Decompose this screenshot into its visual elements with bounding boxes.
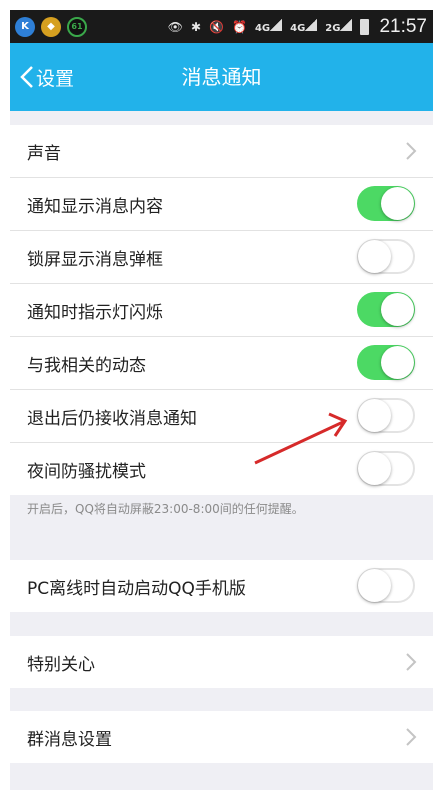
row-label: 锁屏显示消息弹框	[27, 249, 163, 270]
toggle-knob	[358, 452, 391, 485]
settings-row-related-updates: 与我相关的动态	[10, 337, 433, 390]
4g-signal-icon: 4G	[290, 19, 318, 34]
pc-offline-toggle[interactable]	[357, 568, 415, 603]
row-label: 通知时指示灯闪烁	[27, 302, 163, 323]
row-label: 退出后仍接收消息通知	[27, 408, 197, 429]
4g-signal-icon: 4G	[255, 19, 283, 34]
related-updates-toggle[interactable]	[357, 345, 415, 380]
annotation-arrow	[254, 412, 348, 465]
battery-ring-icon: 61	[67, 16, 87, 37]
battery-icon	[360, 18, 370, 35]
toggle-knob	[381, 187, 414, 220]
clock: 21:57	[379, 15, 427, 37]
row-label: 群消息设置	[27, 729, 112, 750]
special-care-list: 特别关心	[10, 636, 433, 688]
settings-row-special-care[interactable]: 特别关心	[10, 636, 433, 688]
chevron-left-icon	[20, 66, 33, 88]
row-label: 声音	[27, 143, 61, 164]
alarm-icon: ⏰	[231, 19, 247, 34]
settings-row-receive-after-exit: 退出后仍接收消息通知	[10, 390, 433, 443]
bluetooth-icon: ✱	[190, 19, 202, 34]
show-content-toggle[interactable]	[357, 186, 415, 221]
night-mode-toggle[interactable]	[357, 451, 415, 486]
kik-icon: K	[15, 16, 35, 37]
toggle-knob	[358, 240, 391, 273]
chevron-right-icon	[406, 728, 417, 746]
row-label: 通知显示消息内容	[27, 196, 163, 217]
pc-offline-list: PC离线时自动启动QQ手机版	[10, 560, 433, 612]
receive-after-exit-toggle[interactable]	[357, 398, 415, 433]
row-label: 特别关心	[27, 654, 95, 675]
mute-icon: 🔇	[209, 19, 224, 34]
nav-bar: 设置 消息通知	[10, 43, 433, 111]
back-button[interactable]: 设置	[20, 57, 74, 97]
settings-row-sound[interactable]: 声音	[10, 125, 433, 178]
app-icon: ◆	[41, 16, 61, 37]
settings-row-pc-offline: PC离线时自动启动QQ手机版	[10, 560, 433, 612]
notification-settings-list: 声音 通知显示消息内容 锁屏显示消息弹框 通知时指示灯闪烁 与我相关的动态 退出…	[10, 125, 433, 495]
toggle-knob	[358, 569, 391, 602]
chevron-right-icon	[406, 142, 417, 160]
group-message-list: 群消息设置	[10, 711, 433, 763]
toggle-knob	[358, 399, 391, 432]
settings-row-indicator-light: 通知时指示灯闪烁	[10, 284, 433, 337]
night-mode-hint: 开启后，QQ将自动屏蔽23:00-8:00间的任何提醒。	[27, 502, 304, 516]
phone-screen: K ◆ 61 👁 ✱ 🔇 ⏰ 4G 4G 2G 21:57 设置 消息通知 声音	[10, 10, 433, 790]
toggle-knob	[381, 346, 414, 379]
settings-row-group-messages[interactable]: 群消息设置	[10, 711, 433, 763]
indicator-light-toggle[interactable]	[357, 292, 415, 327]
chevron-right-icon	[406, 653, 417, 671]
settings-row-lockscreen-popup: 锁屏显示消息弹框	[10, 231, 433, 284]
back-label: 设置	[36, 67, 75, 90]
row-label: PC离线时自动启动QQ手机版	[27, 578, 246, 599]
2g-signal-icon: 2G	[325, 19, 353, 34]
status-bar: K ◆ 61 👁 ✱ 🔇 ⏰ 4G 4G 2G 21:57	[10, 10, 433, 43]
settings-row-night-mode: 夜间防骚扰模式	[10, 443, 433, 495]
row-label: 与我相关的动态	[27, 355, 146, 376]
row-label: 夜间防骚扰模式	[27, 461, 146, 482]
eye-icon: 👁	[167, 19, 183, 34]
settings-row-show-content: 通知显示消息内容	[10, 178, 433, 231]
toggle-knob	[381, 293, 414, 326]
lockscreen-popup-toggle[interactable]	[357, 239, 415, 274]
